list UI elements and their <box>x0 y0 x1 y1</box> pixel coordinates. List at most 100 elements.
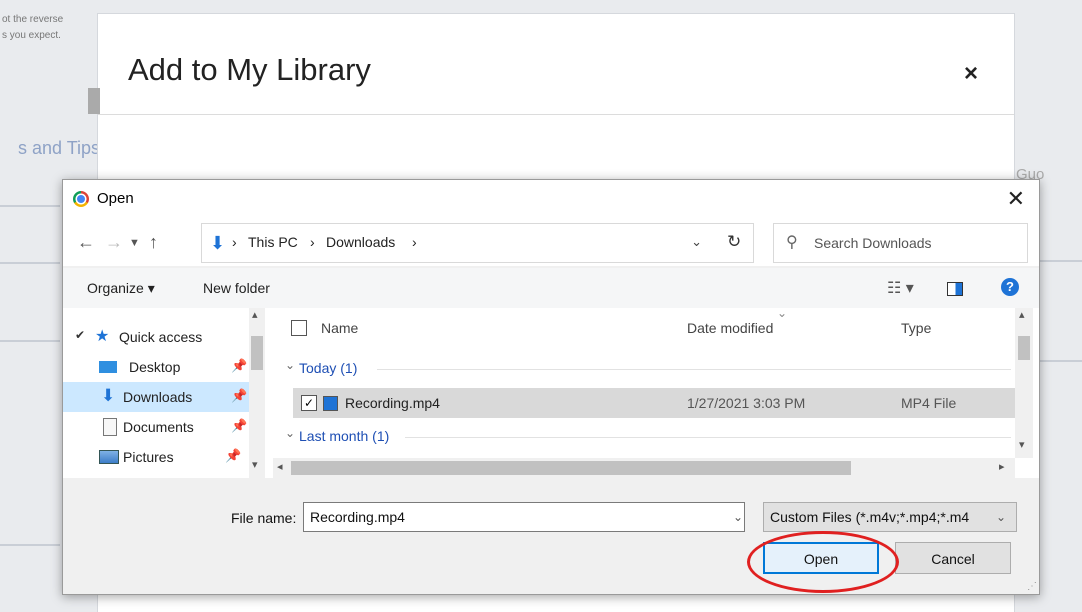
nav-item-label: Quick access <box>119 329 203 345</box>
bg-blur <box>1040 360 1082 362</box>
star-icon: ★ <box>95 328 110 345</box>
filter-dropdown-icon: ⌄ <box>996 510 1007 524</box>
search-icon: ⚲ <box>786 234 798 251</box>
modal-side-badge <box>88 88 100 114</box>
select-all-checkbox[interactable] <box>291 320 307 336</box>
chrome-icon <box>73 191 89 207</box>
dialog-titlebar: Open ✕ <box>63 180 1039 220</box>
file-row-recording[interactable]: ✓ Recording.mp4 1/27/2021 3:03 PM MP4 Fi… <box>293 388 1015 418</box>
scroll-down-icon: ▾ <box>252 459 258 471</box>
modal-close-button[interactable]: × <box>964 60 978 88</box>
group-collapse-icon[interactable]: ⌄ <box>285 426 295 440</box>
dialog-close-button[interactable]: ✕ <box>1007 186 1025 212</box>
address-dropdown-chevron-icon[interactable]: ⌄ <box>691 234 702 250</box>
group-divider <box>377 369 1011 370</box>
bg-blur <box>0 205 60 207</box>
refresh-icon: ↻ <box>727 232 742 251</box>
bg-blur <box>0 544 60 546</box>
file-date-modified: 1/27/2021 3:03 PM <box>687 395 806 411</box>
file-type: MP4 File <box>901 395 957 411</box>
dialog-title: Open <box>97 190 134 207</box>
group-divider <box>405 437 1011 438</box>
bg-blur <box>0 262 60 264</box>
crumb-separator-icon: › <box>310 234 315 250</box>
bg-snippet-2: s you expect. <box>2 30 61 41</box>
forward-arrow-icon[interactable]: → <box>105 232 123 253</box>
scroll-up-icon: ▴ <box>252 309 258 321</box>
resize-grip-icon[interactable]: ⋰ <box>1027 581 1037 592</box>
bg-section-heading: s and Tips <box>18 138 101 158</box>
expand-chevron-icon: ✔︎ <box>75 328 86 342</box>
bg-blur <box>0 340 60 342</box>
dialog-footer: File name: ⌄ Custom Files (*.m4v;*.mp4;*… <box>63 480 1039 594</box>
breadcrumb-this-pc[interactable]: This PC <box>248 234 298 250</box>
pin-icon: 📌 <box>231 358 248 373</box>
nav-item-documents[interactable]: Documents 📌 <box>63 412 249 442</box>
nav-item-desktop[interactable]: Desktop 📌 <box>63 352 249 382</box>
column-header-date-modified[interactable]: Date modified <box>687 320 773 336</box>
file-list-pane: Name ⌄ Date modified Type ⌄ Today (1) ✓ … <box>273 306 1039 478</box>
scrollbar-thumb[interactable] <box>251 336 263 370</box>
new-folder-button[interactable]: New folder <box>203 280 270 296</box>
help-icon[interactable]: ? <box>1001 278 1019 296</box>
scrollbar-thumb[interactable] <box>1018 336 1030 360</box>
search-box[interactable]: ⚲ Search Downloads <box>773 223 1028 263</box>
bg-snippet-1: ot the reverse <box>2 14 64 25</box>
breadcrumb-downloads[interactable]: Downloads <box>326 234 395 250</box>
downloads-folder-icon: ⬇ <box>210 233 226 253</box>
file-name-dropdown-icon[interactable]: ⌄ <box>733 510 743 524</box>
refresh-button[interactable]: ↻ <box>715 223 754 263</box>
nav-item-downloads[interactable]: ⬇ Downloads 📌 <box>63 382 249 412</box>
scroll-left-icon: ◂ <box>277 461 283 473</box>
pin-icon: 📌 <box>231 388 248 403</box>
crumb-separator-icon: › <box>232 234 237 250</box>
search-placeholder: Search Downloads <box>814 235 932 251</box>
open-file-dialog: Open ✕ ← → ▼ ↑ ⬇ › This PC › Downloads ›… <box>62 179 1040 595</box>
column-header-name[interactable]: Name <box>321 320 358 336</box>
nav-item-label: Documents <box>123 419 194 435</box>
sort-indicator-icon: ⌄ <box>777 306 788 320</box>
scrollbar-thumb[interactable] <box>291 461 851 475</box>
group-header-today[interactable]: Today (1) <box>299 360 357 376</box>
highlight-annotation <box>747 531 899 593</box>
desktop-icon <box>99 361 117 373</box>
column-header-type[interactable]: Type <box>901 320 931 336</box>
preview-pane-icon[interactable] <box>947 282 963 296</box>
file-type-filter-label: Custom Files (*.m4v;*.mp4;*.m4 <box>770 509 970 525</box>
file-type-filter-select[interactable]: Custom Files (*.m4v;*.mp4;*.m4 ⌄ <box>763 502 1017 532</box>
mp4-file-icon <box>323 396 338 411</box>
organize-button[interactable]: Organize ▾ <box>87 280 155 297</box>
up-arrow-icon[interactable]: ↑ <box>149 232 158 253</box>
navigation-pane: ✔︎ ★ Quick access Desktop 📌 ⬇ Downloads … <box>63 308 273 478</box>
file-name: Recording.mp4 <box>345 395 440 411</box>
cancel-button[interactable]: Cancel <box>895 542 1011 574</box>
scroll-up-icon: ▴ <box>1019 309 1025 321</box>
bg-blur <box>1040 260 1082 262</box>
pin-icon: 📌 <box>225 448 242 463</box>
nav-item-quick-access[interactable]: ✔︎ ★ Quick access <box>63 322 249 352</box>
file-list-horizontal-scrollbar[interactable]: ◂ ▸ <box>273 458 1015 478</box>
recent-locations-chevron-icon[interactable]: ▼ <box>129 237 140 249</box>
back-arrow-icon[interactable]: ← <box>77 232 95 253</box>
file-name-label: File name: <box>231 510 297 526</box>
group-header-last-month[interactable]: Last month (1) <box>299 428 389 444</box>
navigation-scrollbar[interactable]: ▴ ▾ <box>249 308 265 478</box>
modal-divider <box>98 114 1014 115</box>
file-row-checkbox[interactable]: ✓ <box>301 395 317 411</box>
scroll-right-icon: ▸ <box>999 461 1005 473</box>
file-name-input[interactable] <box>303 502 745 532</box>
pictures-icon <box>99 450 119 464</box>
documents-icon <box>103 418 117 436</box>
nav-item-label: Downloads <box>123 389 193 405</box>
address-bar[interactable]: ⬇ › This PC › Downloads › ⌄ <box>201 223 717 263</box>
file-list-vertical-scrollbar[interactable]: ▴ ▾ <box>1015 308 1033 458</box>
group-collapse-icon[interactable]: ⌄ <box>285 358 295 372</box>
scroll-down-icon: ▾ <box>1019 439 1025 451</box>
view-options-icon[interactable]: ☷ ▾ <box>887 278 914 298</box>
nav-item-pictures[interactable]: Pictures 📌 <box>63 442 249 472</box>
command-toolbar: Organize ▾ New folder ☷ ▾ ? <box>63 268 1039 308</box>
nav-item-label: Pictures <box>123 449 174 465</box>
downloads-icon: ⬇ <box>101 386 116 405</box>
navigation-bar: ← → ▼ ↑ ⬇ › This PC › Downloads › ⌄ ↻ ⚲ … <box>63 220 1039 266</box>
modal-title: Add to My Library <box>128 52 371 87</box>
